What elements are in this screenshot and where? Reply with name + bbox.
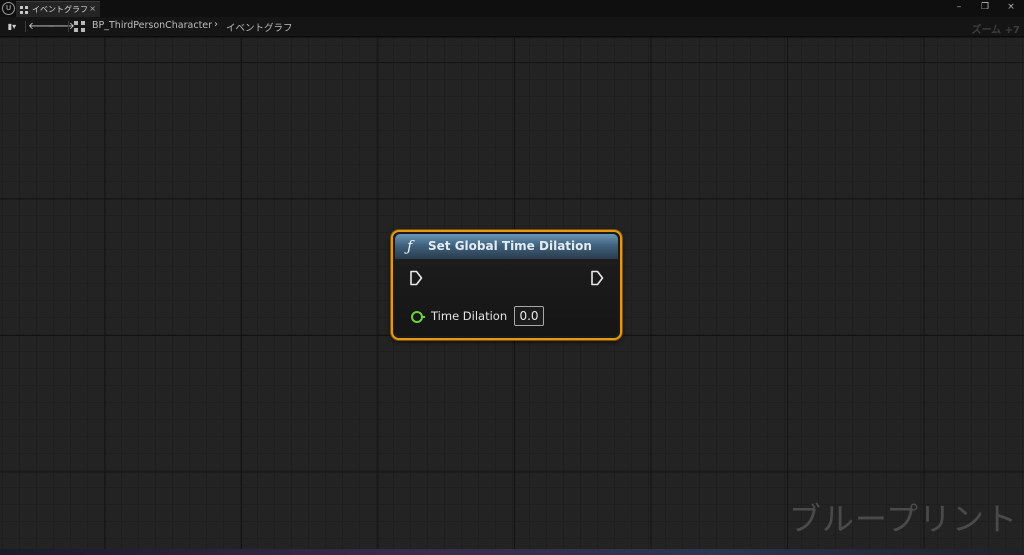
toolbar-divider bbox=[25, 21, 26, 32]
node-title: Set Global Time Dilation bbox=[428, 239, 592, 253]
breadcrumb-event-graph[interactable]: イベントグラフ bbox=[226, 20, 293, 34]
bottom-status-strip bbox=[0, 549, 1024, 555]
node-set-global-time-dilation[interactable]: ƒ Set Global Time Dilation Time Dilation… bbox=[391, 230, 622, 340]
breadcrumb-chevron-icon: › bbox=[214, 19, 218, 30]
tab-label: イベントグラフ bbox=[32, 5, 88, 14]
zoom-level: ズーム +7 bbox=[971, 25, 1020, 36]
breadcrumb-blueprint[interactable]: BP_ThirdPersonCharacter bbox=[92, 20, 212, 31]
time-dilation-input[interactable]: 0.0 bbox=[514, 306, 544, 326]
restore-icon[interactable]: ❐ bbox=[978, 0, 992, 14]
tab-close-icon[interactable]: × bbox=[89, 4, 96, 13]
function-icon: ƒ bbox=[407, 237, 413, 255]
blueprint-watermark: ブループリント bbox=[788, 500, 1018, 538]
unreal-logo-icon[interactable]: U bbox=[2, 2, 15, 15]
graph-tab-icon bbox=[20, 5, 28, 14]
close-window-icon[interactable]: × bbox=[1004, 0, 1018, 14]
node-header[interactable]: ƒ Set Global Time Dilation bbox=[395, 234, 618, 259]
title-bar: U イベントグラフ × – ❐ × bbox=[0, 0, 1024, 17]
forward-arrow-icon[interactable]: 🡒 bbox=[48, 19, 75, 34]
minimize-icon[interactable]: – bbox=[952, 0, 966, 14]
toolbar-divider bbox=[68, 21, 69, 32]
blueprint-graph-icon bbox=[74, 21, 85, 32]
graph-menu-icon[interactable]: ▮▾ bbox=[2, 19, 22, 34]
window-controls: – ❐ × bbox=[952, 0, 1018, 14]
back-arrow-icon[interactable]: 🡐 bbox=[28, 19, 55, 34]
time-dilation-label: Time Dilation bbox=[431, 309, 508, 323]
node-body bbox=[395, 259, 618, 336]
exec-input-pin-icon[interactable] bbox=[409, 270, 423, 286]
float-pin-stem bbox=[421, 316, 425, 318]
graph-toolbar: ▮▾ 🡐 🡒 BP_ThirdPersonCharacter › イベントグラフ… bbox=[0, 17, 1024, 37]
tab-event-graph[interactable]: イベントグラフ × bbox=[16, 1, 100, 17]
exec-output-pin-icon[interactable] bbox=[590, 270, 604, 286]
